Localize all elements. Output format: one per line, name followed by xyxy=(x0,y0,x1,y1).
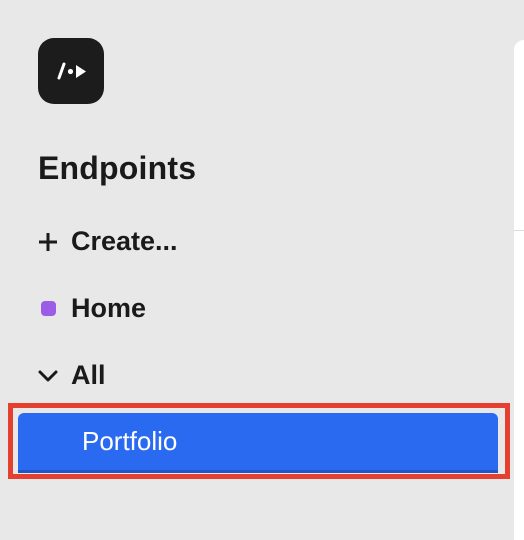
all-label: All xyxy=(71,360,106,390)
sidebar-item-home[interactable]: Home xyxy=(38,293,146,324)
sidebar: Endpoints Create... Home All Portfolio xyxy=(0,0,514,534)
selection-highlight-frame xyxy=(8,403,510,479)
create-button[interactable]: Create... xyxy=(38,226,178,257)
endpoint-logo-icon xyxy=(57,62,86,80)
home-label: Home xyxy=(71,293,147,323)
app-logo[interactable] xyxy=(38,38,104,104)
chevron-down-icon xyxy=(38,366,58,386)
purple-dot-icon xyxy=(38,299,58,319)
create-label: Create... xyxy=(71,226,178,256)
section-title: Endpoints xyxy=(38,150,197,186)
main-panel-edge xyxy=(514,40,524,540)
sidebar-item-all[interactable]: All xyxy=(38,360,106,391)
plus-icon xyxy=(38,232,58,252)
main-panel-divider xyxy=(514,230,524,231)
